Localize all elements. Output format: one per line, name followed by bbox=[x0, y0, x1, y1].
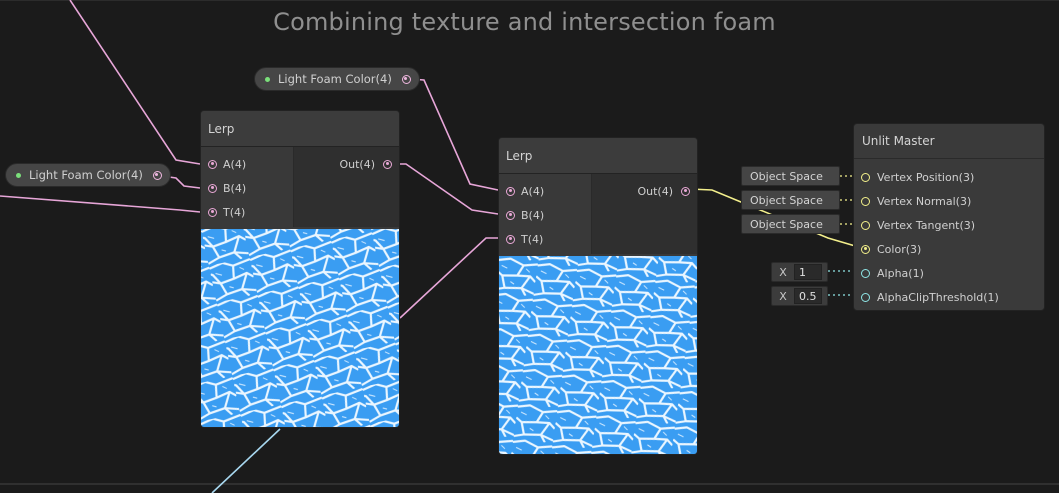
slot-label: A(4) bbox=[521, 184, 545, 198]
input-port-icon[interactable] bbox=[506, 234, 515, 244]
node-title[interactable]: Unlit Master bbox=[854, 124, 1044, 159]
slot-label: AlphaClipThreshold(1) bbox=[877, 290, 999, 304]
slot-label: B(4) bbox=[521, 208, 545, 222]
input-slot-a[interactable]: A(4) bbox=[506, 183, 544, 199]
slot-alpha-clip-threshold[interactable]: AlphaClipThreshold(1) bbox=[861, 289, 999, 305]
property-label: Light Foam Color(4) bbox=[278, 72, 392, 86]
slot-label: Out(4) bbox=[637, 184, 673, 198]
slot-vertex-normal[interactable]: Vertex Normal(3) bbox=[861, 193, 971, 209]
chip-label: Object Space bbox=[750, 169, 823, 183]
unlit-master-node[interactable]: Unlit Master Vertex Position(3) Vertex N… bbox=[853, 123, 1045, 311]
property-indicator-icon bbox=[265, 76, 270, 82]
input-slot-b[interactable]: B(4) bbox=[506, 207, 544, 223]
slot-label: Vertex Position(3) bbox=[877, 170, 975, 184]
alpha-input[interactable]: 1 bbox=[794, 264, 822, 280]
wire-top-to-lerp1-a bbox=[69, 0, 201, 165]
wire-left-to-lerp1-t bbox=[0, 195, 201, 213]
input-slot-a[interactable]: A(4) bbox=[208, 156, 246, 172]
slot-color[interactable]: Color(3) bbox=[861, 241, 921, 257]
property-output-port-icon[interactable] bbox=[152, 170, 162, 180]
light-foam-color-property-left[interactable]: Light Foam Color(4) bbox=[5, 163, 171, 187]
input-slot-t[interactable]: T(4) bbox=[506, 231, 543, 247]
input-port-icon[interactable] bbox=[208, 183, 217, 193]
chip-label: Object Space bbox=[750, 217, 823, 231]
input-port-icon[interactable] bbox=[861, 196, 870, 206]
input-port-icon[interactable] bbox=[861, 268, 870, 278]
input-slot-b[interactable]: B(4) bbox=[208, 180, 246, 196]
slot-label: Vertex Tangent(3) bbox=[877, 218, 976, 232]
input-port-icon[interactable] bbox=[861, 292, 870, 302]
outputs-column: Out(4) bbox=[592, 174, 697, 254]
slot-label: Vertex Normal(3) bbox=[877, 194, 972, 208]
output-slot[interactable]: Out(4) bbox=[339, 156, 392, 172]
lerp-node-2[interactable]: Lerp A(4) B(4) T(4) Out(4) bbox=[498, 137, 698, 455]
wire-bottom-cyan bbox=[211, 428, 281, 493]
slot-label: Alpha(1) bbox=[877, 266, 924, 280]
inputs-column: A(4) B(4) T(4) bbox=[499, 174, 592, 254]
space-dropdown-position[interactable]: Object Space bbox=[741, 166, 840, 186]
outputs-column: Out(4) bbox=[294, 147, 399, 227]
output-port-icon[interactable] bbox=[681, 186, 690, 196]
input-slot-t[interactable]: T(4) bbox=[208, 204, 245, 220]
slot-vertex-tangent[interactable]: Vertex Tangent(3) bbox=[861, 217, 975, 233]
slot-vertex-position[interactable]: Vertex Position(3) bbox=[861, 169, 974, 185]
axis-label: X bbox=[779, 265, 787, 279]
input-port-icon[interactable] bbox=[506, 210, 515, 220]
input-port-icon[interactable] bbox=[506, 186, 515, 196]
wire-lerp1-out-to-lerp2-b bbox=[392, 163, 499, 215]
space-dropdown-normal[interactable]: Object Space bbox=[741, 190, 840, 210]
node-title[interactable]: Lerp bbox=[201, 111, 399, 147]
texture-preview bbox=[201, 229, 399, 427]
slot-label: Color(3) bbox=[877, 242, 922, 256]
slot-label: B(4) bbox=[223, 181, 247, 195]
input-port-icon[interactable] bbox=[208, 207, 217, 217]
slot-label: Out(4) bbox=[339, 157, 375, 171]
inputs-column: A(4) B(4) T(4) bbox=[201, 147, 294, 227]
wire-lerp1-preview-to-lerp2-t bbox=[399, 237, 498, 319]
alpha-clip-value-field[interactable]: X 0.5 bbox=[771, 286, 828, 306]
slot-alpha[interactable]: Alpha(1) bbox=[861, 265, 924, 281]
property-indicator-icon bbox=[16, 172, 21, 178]
alpha-value-field[interactable]: X 1 bbox=[771, 262, 828, 282]
output-slot[interactable]: Out(4) bbox=[637, 183, 690, 199]
slot-label: T(4) bbox=[223, 205, 246, 219]
input-port-icon[interactable] bbox=[861, 220, 870, 230]
slot-label: T(4) bbox=[521, 232, 544, 246]
light-foam-color-property-top[interactable]: Light Foam Color(4) bbox=[254, 67, 420, 91]
wire-prop2-to-lerp2-a bbox=[409, 78, 499, 191]
input-port-icon[interactable] bbox=[208, 159, 217, 169]
node-title[interactable]: Lerp bbox=[499, 138, 697, 174]
space-dropdown-tangent[interactable]: Object Space bbox=[741, 214, 840, 234]
property-output-port-icon[interactable] bbox=[401, 74, 411, 84]
axis-label: X bbox=[779, 289, 787, 303]
texture-preview bbox=[499, 256, 697, 454]
property-label: Light Foam Color(4) bbox=[29, 168, 143, 182]
alpha-clip-input[interactable]: 0.5 bbox=[794, 288, 822, 304]
input-port-icon[interactable] bbox=[861, 244, 870, 254]
lerp-node-1[interactable]: Lerp A(4) B(4) T(4) Out(4) bbox=[200, 110, 400, 428]
slot-label: A(4) bbox=[223, 157, 247, 171]
output-port-icon[interactable] bbox=[383, 159, 392, 169]
input-port-icon[interactable] bbox=[861, 172, 870, 182]
chip-label: Object Space bbox=[750, 193, 823, 207]
